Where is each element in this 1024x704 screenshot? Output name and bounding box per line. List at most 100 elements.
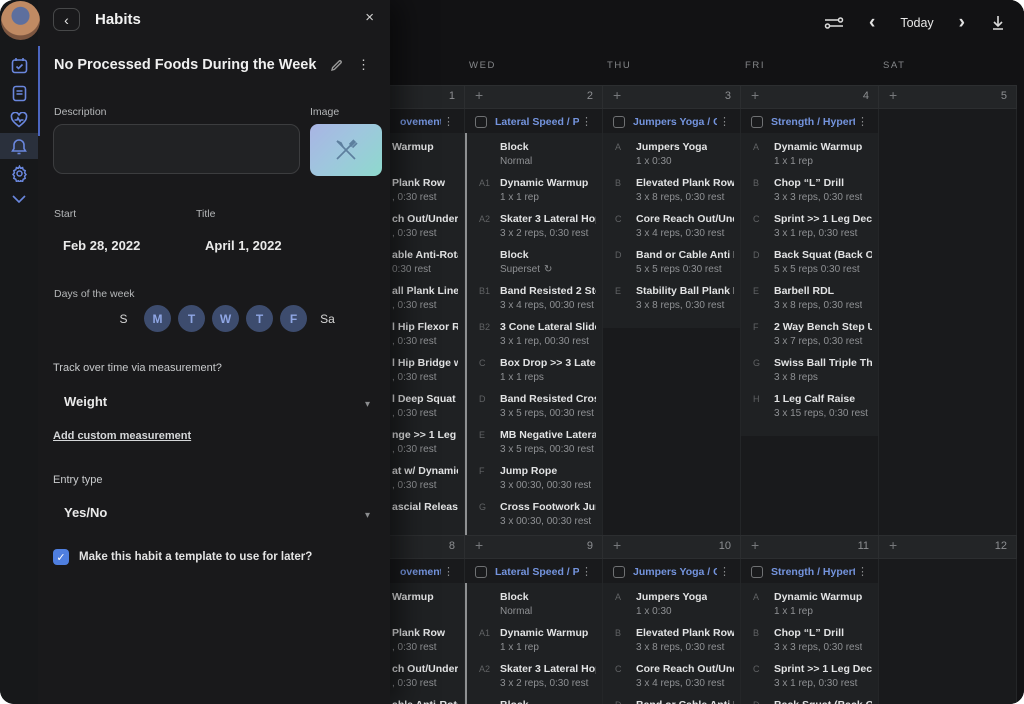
day-toggle-w[interactable]: W [212,305,239,332]
today-button[interactable]: Today [900,16,933,30]
day-toggle-s[interactable]: S [110,305,137,332]
workout-menu-button[interactable]: ⋮ [717,567,732,578]
days-of-week-label: Days of the week [54,288,135,300]
add-workout-button[interactable]: + [889,87,897,103]
edit-pencil-icon[interactable] [330,59,343,72]
add-workout-button[interactable]: + [751,537,759,553]
exercise-detail: , 0:30 rest [392,676,458,691]
end-date-value[interactable]: April 1, 2022 [205,238,282,253]
sidebar-item-notes[interactable] [0,80,38,106]
day-toggle-m[interactable]: M [144,305,171,332]
exercise-text: Dynamic Warmup1 x 1 rep [774,140,862,169]
exercise-name: ascial Release C... [392,500,458,514]
workout-select-checkbox[interactable] [475,116,487,128]
description-input[interactable] [53,124,300,174]
exercise-detail: , 0:30 rest [392,640,445,655]
exercise-name: Skater 3 Lateral Hops >> ... [500,662,596,676]
sidebar-item-settings[interactable] [0,160,38,186]
workout-menu-button[interactable]: ⋮ [855,117,870,128]
next-week-button[interactable]: › [959,13,965,33]
date-number: 1 [449,90,455,102]
exercise-tag: G [479,500,500,529]
workout-title-link[interactable]: Strength / Hypertro... [771,566,855,578]
workout-menu-button[interactable]: ⋮ [441,117,456,128]
exercise-name: at w/ Dynamic P... [392,464,458,478]
exercise-name: l Hip Bridge w/ ... [392,356,458,370]
measurement-dropdown-icon[interactable]: ▾ [365,399,370,410]
workout-select-checkbox[interactable] [613,566,625,578]
user-avatar[interactable] [1,1,40,40]
entry-type-dropdown-icon[interactable]: ▾ [365,510,370,521]
workout-menu-button[interactable]: ⋮ [855,567,870,578]
start-label: Start [54,208,76,220]
date-strip: +8+9+10+11+12 [327,535,1017,559]
habit-menu-button[interactable]: ⋮ [357,57,370,73]
day-toggle-sa[interactable]: Sa [314,305,341,332]
exercise-item: A1Dynamic Warmup1 x 1 rep [467,176,596,205]
exercise-text: Elevated Plank Row3 x 8 reps, 0:30 rest [636,176,734,205]
workout-menu-button[interactable]: ⋮ [441,567,456,578]
workout-title-link[interactable]: ovement Q... [400,566,441,578]
exercise-item: BElevated Plank Row3 x 8 reps, 0:30 rest [603,626,734,655]
track-measurement-label: Track over time via measurement? [53,362,222,374]
prev-week-button[interactable]: ‹ [869,13,875,33]
template-checkbox[interactable]: ✓ [53,549,69,565]
workout-menu-button[interactable]: ⋮ [717,117,732,128]
workout-title-link[interactable]: Strength / Hypertro... [771,116,855,128]
filter-sliders-icon[interactable] [824,15,844,31]
exercise-tag [479,590,500,619]
exercise-text: Core Reach Out/Under3 x 4 reps, 0:30 res… [636,662,734,691]
workout-menu-button[interactable]: ⋮ [579,117,594,128]
workout-menu-button[interactable]: ⋮ [579,567,594,578]
add-workout-button[interactable]: + [475,537,483,553]
sidebar-item-calendar[interactable] [0,52,38,78]
date-number: 8 [449,540,455,552]
exercise-tag: E [479,428,500,457]
sidebar-item-health[interactable] [0,107,38,133]
workout-title-link[interactable]: Lateral Speed / Plyo [495,566,579,578]
add-workout-button[interactable]: + [475,87,483,103]
day-toggle-t[interactable]: T [178,305,205,332]
add-custom-measurement-link[interactable]: Add custom measurement [53,430,191,442]
date-strip: +1+2+3+4+5 [327,85,1017,109]
workout-title-link[interactable]: Jumpers Yoga / Core [633,566,717,578]
exercise-tag: A1 [479,176,500,205]
block-item: BlockNormal [467,590,596,619]
workout-select-checkbox[interactable] [751,566,763,578]
add-workout-button[interactable]: + [613,87,621,103]
habit-image-thumbnail[interactable] [310,124,382,176]
workout-title-link[interactable]: Jumpers Yoga / Core [633,116,717,128]
workout-select-checkbox[interactable] [751,116,763,128]
add-workout-button[interactable]: + [613,537,621,553]
entry-type-select[interactable]: Yes/No [64,505,107,520]
start-date-value[interactable]: Feb 28, 2022 [63,238,140,253]
workout-title-link[interactable]: Lateral Speed / Plyo [495,116,579,128]
exercise-detail: , 0:30 rest [392,226,458,241]
day-toggle-t[interactable]: T [246,305,273,332]
sidebar-expand-toggle[interactable] [0,186,38,212]
add-workout-button[interactable]: + [751,87,759,103]
download-icon[interactable] [990,15,1006,31]
block-name: Block [500,248,552,262]
exercise-item: DBand or Cable Anti Rotati...5 x 5 reps … [603,698,734,704]
exercise-item: DBack Squat (Back Off Set)5 x 5 reps 0:3… [741,698,872,704]
exercise-detail: 3 x 15 reps, 0:30 rest [774,406,868,421]
exercise-name: Elevated Plank Row [636,176,734,190]
measurement-select[interactable]: Weight [64,394,107,409]
workout-title-link[interactable]: ovement Q... [400,116,441,128]
date-number: 10 [719,540,731,552]
back-button[interactable]: ‹ [53,8,80,31]
day-toggle-f[interactable]: F [280,305,307,332]
gear-icon [11,165,28,182]
add-workout-button[interactable]: + [889,537,897,553]
exercise-name: Stability Ball Plank Linear ... [636,284,734,298]
exercise-tag: C [753,212,774,241]
exercise-item: B23 Cone Lateral Slide3 x 1 rep, 00:30 r… [467,320,596,349]
workout-select-checkbox[interactable] [475,566,487,578]
workout-select-checkbox[interactable] [613,116,625,128]
workout-card-header: Strength / Hypertro...⋮ [741,561,878,583]
date-number: 2 [587,90,593,102]
sidebar-item-habits[interactable] [0,133,38,159]
close-icon[interactable]: × [365,9,374,26]
exercise-text: Back Squat (Back Off Set)5 x 5 reps 0:30… [774,698,872,704]
